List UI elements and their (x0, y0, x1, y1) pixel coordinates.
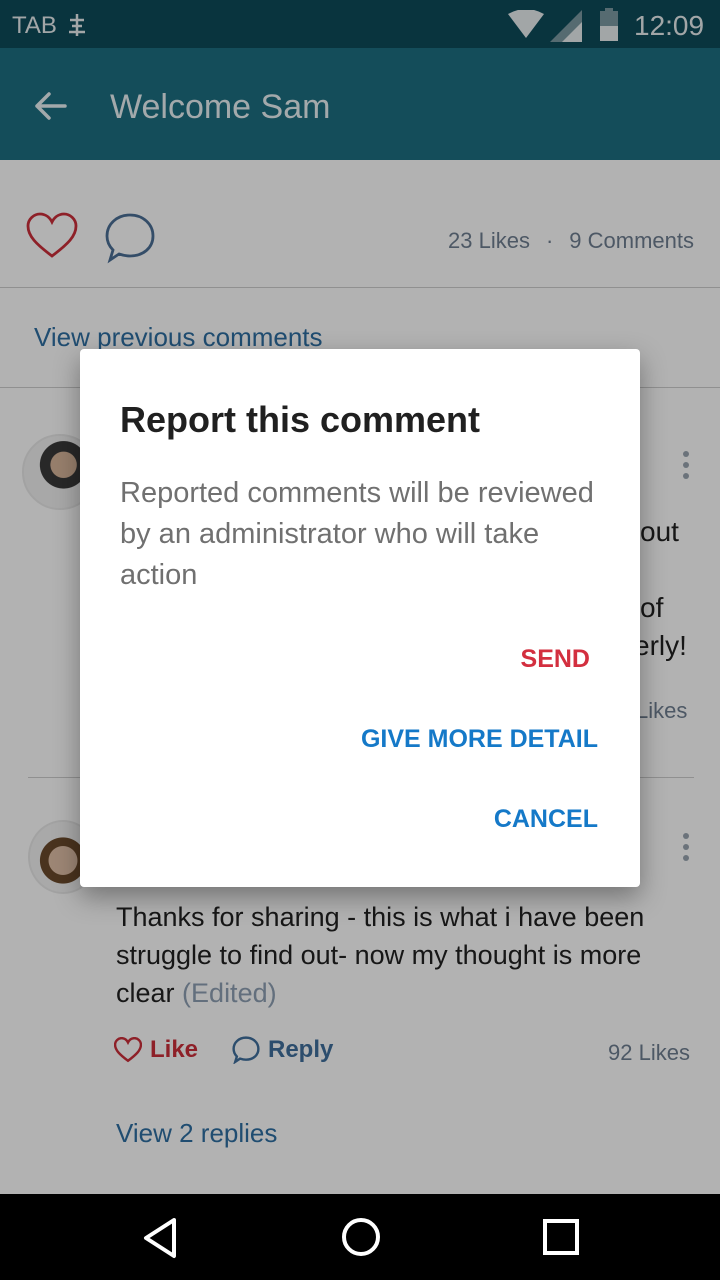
circle-home-icon[interactable] (340, 1216, 382, 1263)
dialog-title: Report this comment (120, 399, 481, 440)
cancel-button[interactable]: CANCEL (494, 805, 598, 834)
square-recent-icon[interactable] (540, 1216, 582, 1263)
screen: TAB 12:09 Welcome Sam 23 Likes · 9 Comme… (0, 0, 720, 1280)
give-more-detail-button[interactable]: GIVE MORE DETAIL (361, 725, 598, 754)
dialog-message: Reported comments will be reviewed by an… (120, 477, 594, 591)
send-button[interactable]: SEND (521, 645, 590, 674)
report-dialog: Report this comment Reported comments wi… (80, 349, 640, 887)
navigation-bar (0, 1194, 720, 1280)
triangle-back-icon[interactable] (140, 1216, 180, 1265)
